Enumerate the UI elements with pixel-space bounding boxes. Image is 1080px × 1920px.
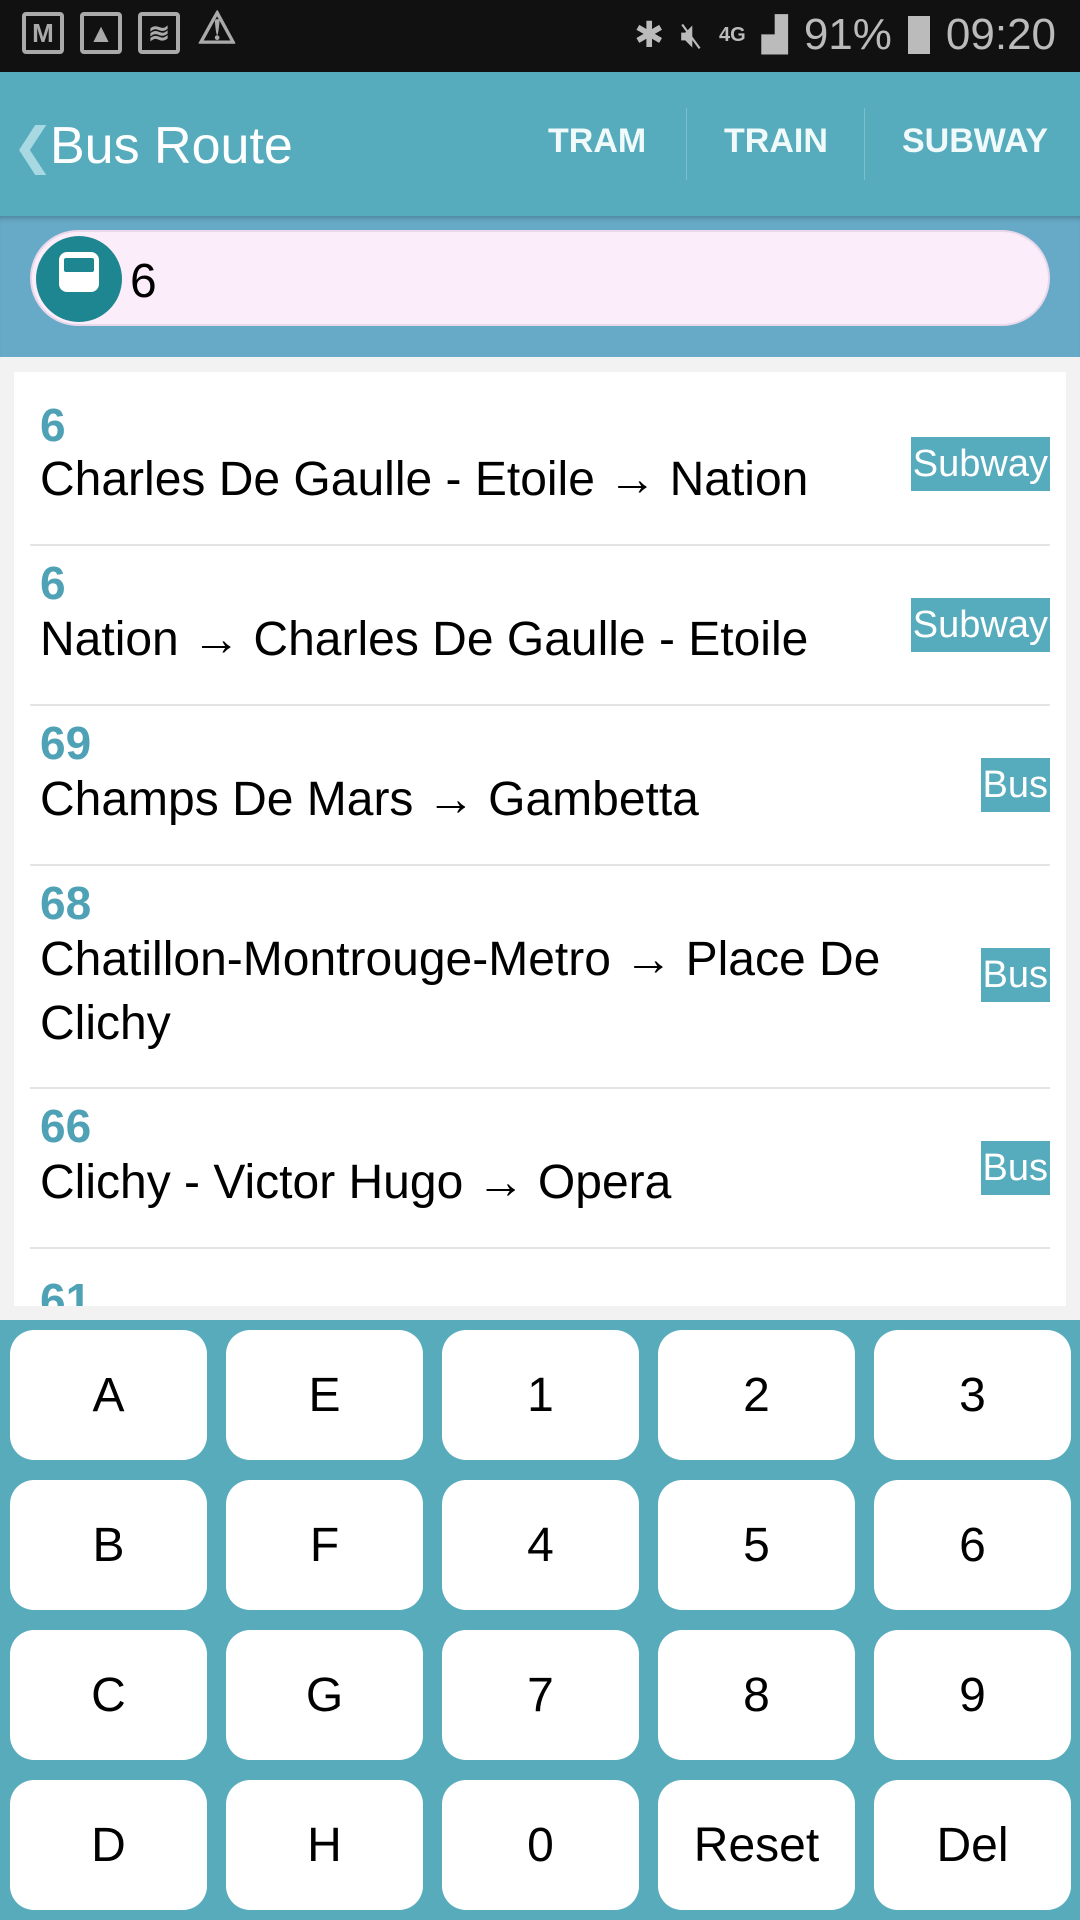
divider <box>864 108 865 180</box>
route-number: 69 <box>40 717 92 769</box>
route-name: Champs De Mars → Gambetta <box>40 773 699 826</box>
list-item[interactable]: 66 Clichy - Victor Hugo → Opera Bus <box>30 1089 1050 1249</box>
tab-train[interactable]: TRAIN <box>724 122 828 161</box>
key-0[interactable]: 0 <box>442 1780 639 1910</box>
app-header: ❮ Bus Route TRAM TRAIN SUBWAY <box>0 72 1080 216</box>
battery-icon <box>907 16 930 54</box>
key-5[interactable]: 5 <box>658 1480 855 1610</box>
route-number: 66 <box>40 1100 92 1152</box>
list-item[interactable]: 61 <box>30 1249 1050 1306</box>
route-name: Clichy - Victor Hugo → Opera <box>40 1156 672 1209</box>
bus-icon <box>36 236 122 322</box>
tab-subway[interactable]: SUBWAY <box>902 122 1048 161</box>
key-7[interactable]: 7 <box>442 1630 639 1760</box>
key-h[interactable]: H <box>226 1780 423 1910</box>
route-search-input[interactable]: 6 <box>30 230 1050 326</box>
key-f[interactable]: F <box>226 1480 423 1610</box>
status-bar: M ▲ ≋ ⚠ ✱ 🔇︎ 4G ▟ 91% 09:20 <box>0 0 1080 72</box>
key-1[interactable]: 1 <box>442 1330 639 1460</box>
type-badge: Subway <box>910 437 1050 491</box>
type-badge: Bus <box>980 1141 1050 1195</box>
tab-tram[interactable]: TRAM <box>548 122 646 161</box>
search-value: 6 <box>130 255 157 308</box>
route-number: 6 <box>40 399 66 451</box>
key-a[interactable]: A <box>10 1330 207 1460</box>
route-number: 68 <box>40 877 92 929</box>
divider <box>686 108 687 180</box>
bluetooth-icon: ✱ <box>634 14 665 55</box>
gmail-icon: M <box>22 12 64 54</box>
route-name: Chatillon-Montrouge-Metro → Place De Cli… <box>40 933 881 1050</box>
key-3[interactable]: 3 <box>874 1330 1071 1460</box>
route-number: 61 <box>40 1274 92 1306</box>
4g-icon: 4G <box>718 23 746 46</box>
type-badge: Subway <box>910 598 1050 652</box>
key-d[interactable]: D <box>10 1780 207 1910</box>
gallery-icon: ▲ <box>80 12 122 54</box>
key-del[interactable]: Del <box>874 1780 1071 1910</box>
route-name: Charles De Gaulle - Etoile → Nation <box>40 453 809 506</box>
key-6[interactable]: 6 <box>874 1480 1071 1610</box>
key-8[interactable]: 8 <box>658 1630 855 1760</box>
key-9[interactable]: 9 <box>874 1630 1071 1760</box>
list-item[interactable]: 69 Champs De Mars → Gambetta Bus <box>30 706 1050 866</box>
battery-text: 91% <box>803 10 892 59</box>
back-chevron-icon[interactable]: ❮ <box>12 117 54 175</box>
list-item[interactable]: 6 Charles De Gaulle - Etoile → Nation Su… <box>30 372 1050 546</box>
route-keypad: A E 1 2 3 B F 4 5 6 C G 7 8 9 D H 0 Reset Del <box>0 1320 1080 1920</box>
page-title[interactable]: Bus Route <box>50 116 293 176</box>
wifi-icon: ≋ <box>138 12 180 54</box>
clock: 09:20 <box>945 10 1056 59</box>
key-b[interactable]: B <box>10 1480 207 1610</box>
results-list[interactable]: 6 Charles De Gaulle - Etoile → Nation Su… <box>14 372 1066 1306</box>
mute-icon: 🔇︎ <box>680 13 703 55</box>
key-g[interactable]: G <box>226 1630 423 1760</box>
type-badge: Bus <box>980 758 1050 812</box>
route-name: Nation → Charles De Gaulle - Etoile <box>40 613 809 666</box>
key-4[interactable]: 4 <box>442 1480 639 1610</box>
key-e[interactable]: E <box>226 1330 423 1460</box>
warning-icon: ⚠ <box>197 4 237 53</box>
list-item[interactable]: 6 Nation → Charles De Gaulle - Etoile Su… <box>30 546 1050 706</box>
route-number: 6 <box>40 557 66 609</box>
type-badge: Bus <box>980 948 1050 1002</box>
list-item[interactable]: 68 Chatillon-Montrouge-Metro → Place De … <box>30 866 1050 1089</box>
key-c[interactable]: C <box>10 1630 207 1760</box>
search-bar: 6 <box>0 216 1080 357</box>
key-reset[interactable]: Reset <box>658 1780 855 1910</box>
signal-icon: ▟ <box>761 16 788 54</box>
key-2[interactable]: 2 <box>658 1330 855 1460</box>
